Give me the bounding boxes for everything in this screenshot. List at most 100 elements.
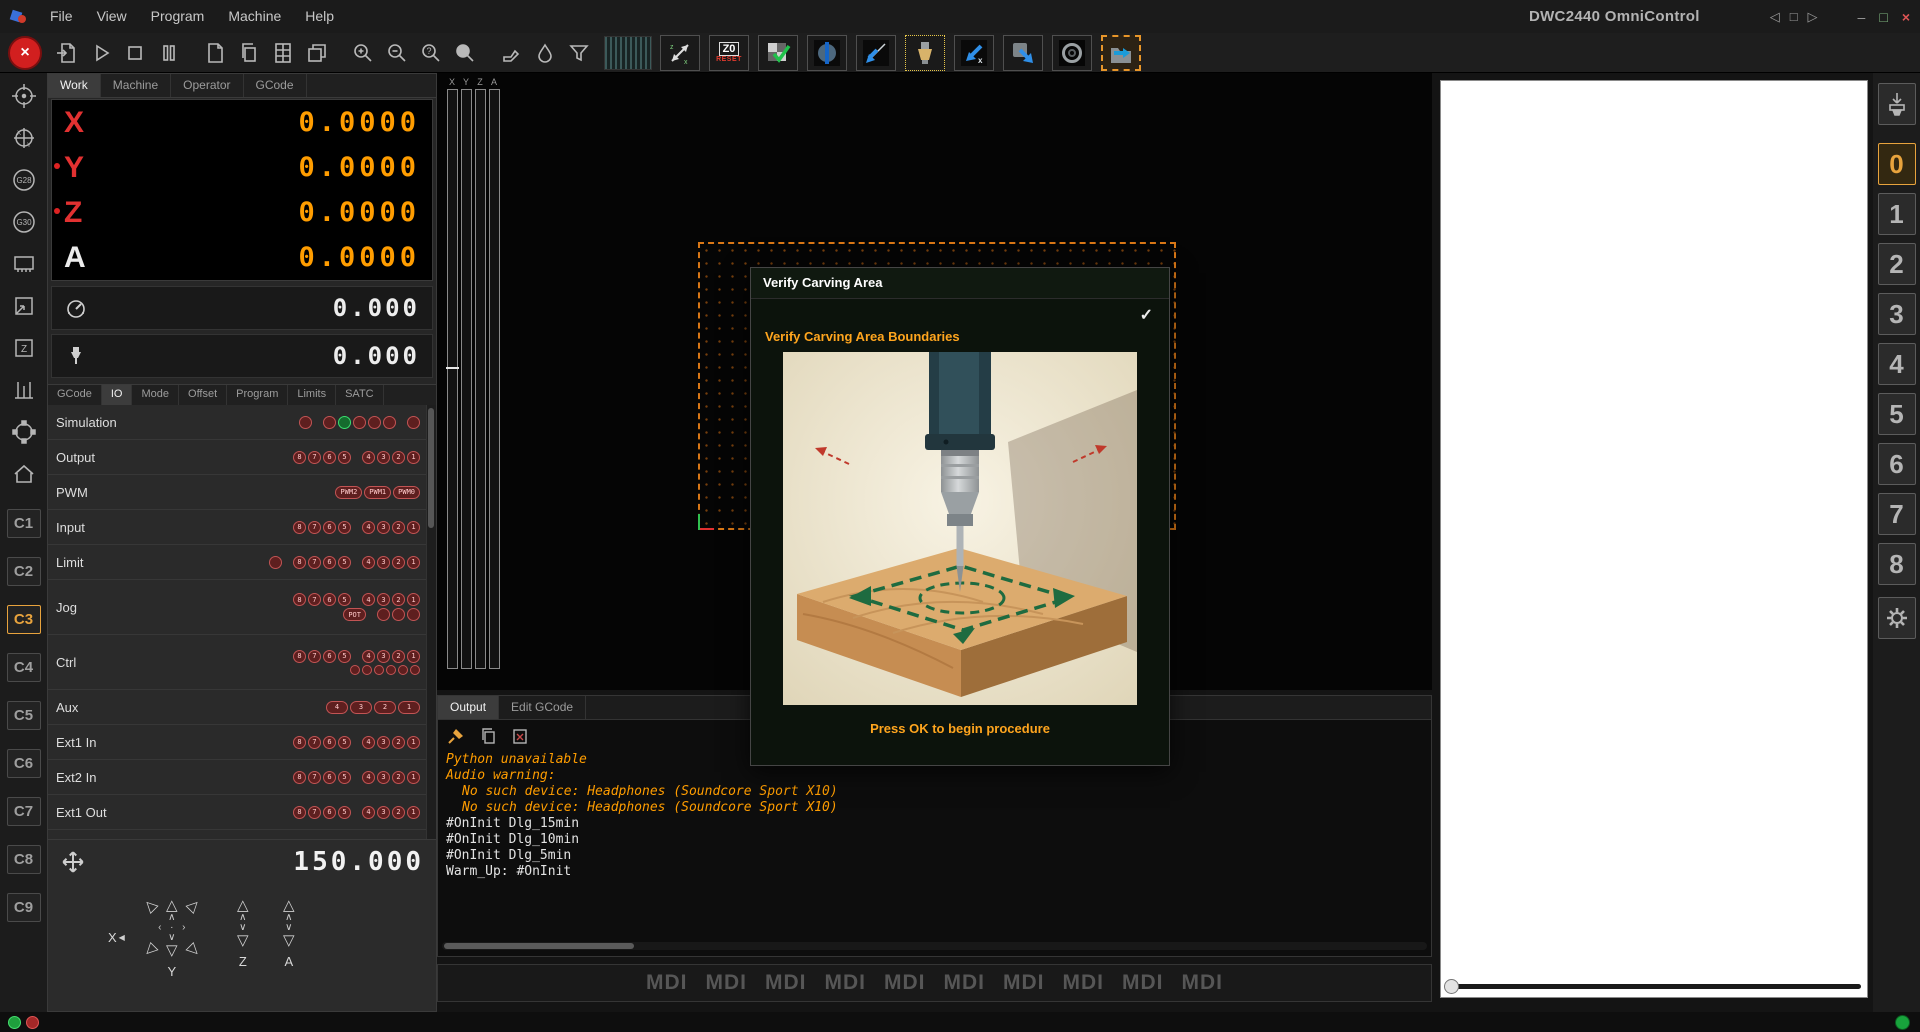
slot-button-6[interactable]: 6: [1878, 443, 1916, 485]
menu-machine[interactable]: Machine: [216, 0, 293, 33]
quick-button-c1[interactable]: C1: [7, 509, 41, 538]
io-tab-limits[interactable]: Limits: [288, 385, 336, 406]
goto-zero-button[interactable]: [6, 79, 42, 113]
new-file-button[interactable]: [198, 36, 232, 70]
pin-icon[interactable]: [446, 726, 466, 746]
quick-button-c3[interactable]: C3: [7, 605, 41, 634]
collet-button[interactable]: [905, 35, 945, 71]
slot-button-7[interactable]: 7: [1878, 493, 1916, 535]
axis-bar[interactable]: [447, 89, 458, 669]
jog-left-small-button[interactable]: ‹: [152, 923, 168, 933]
xz-path-button[interactable]: zx: [660, 35, 700, 71]
quick-button-c4[interactable]: C4: [7, 653, 41, 682]
jog-sw-button[interactable]: △: [137, 937, 163, 963]
quick-button-c2[interactable]: C2: [7, 557, 41, 586]
coolant-button[interactable]: [528, 36, 562, 70]
tool-filter-button[interactable]: [562, 36, 596, 70]
quick-button-c5[interactable]: C5: [7, 701, 41, 730]
probe-x-button[interactable]: x: [954, 35, 994, 71]
minimize-button[interactable]: –: [1858, 9, 1866, 25]
jog-z-down-button[interactable]: ▽: [232, 933, 254, 948]
menu-view[interactable]: View: [85, 0, 139, 33]
jog-right-small-button[interactable]: ›: [176, 923, 192, 933]
g28-button[interactable]: G28: [6, 163, 42, 197]
axis-bar[interactable]: [489, 89, 500, 669]
z0-reset-button[interactable]: Z0RESET: [709, 35, 749, 71]
jog-x-arrow-icon[interactable]: ◀: [119, 933, 125, 942]
jog-ne-button[interactable]: △: [181, 892, 207, 918]
nav-list-icon[interactable]: □: [1790, 9, 1798, 25]
io-tab-gcode[interactable]: GCode: [48, 385, 102, 406]
tab-machine[interactable]: Machine: [101, 74, 171, 97]
axis-bar[interactable]: [475, 89, 486, 669]
estop-button[interactable]: ×: [8, 36, 42, 70]
home-button[interactable]: [6, 457, 42, 491]
mdi-bar[interactable]: MDIMDIMDIMDIMDIMDIMDIMDIMDIMDI: [437, 964, 1432, 1002]
load-job-button[interactable]: [1101, 35, 1141, 71]
block-move-button[interactable]: [1003, 35, 1043, 71]
stop-button[interactable]: [118, 36, 152, 70]
clear-log-icon[interactable]: [510, 726, 530, 746]
dialog-check-icon[interactable]: ✓: [1140, 305, 1153, 325]
slot-button-2[interactable]: 2: [1878, 243, 1916, 285]
probe-center-button[interactable]: [807, 35, 847, 71]
slot-button-1[interactable]: 1: [1878, 193, 1916, 235]
probe-diagonal-button[interactable]: [856, 35, 896, 71]
maximize-button[interactable]: □: [1879, 9, 1887, 25]
right-panel-scroll-knob[interactable]: [1444, 979, 1459, 994]
io-scrollbar[interactable]: [426, 405, 436, 839]
quick-button-c7[interactable]: C7: [7, 797, 41, 826]
nav-forward-icon[interactable]: ▷: [1808, 9, 1818, 25]
slot-button-8[interactable]: 8: [1878, 543, 1916, 585]
slot-button-3[interactable]: 3: [1878, 293, 1916, 335]
settings-button[interactable]: [1878, 597, 1916, 639]
run-button[interactable]: [84, 36, 118, 70]
jog-se-button[interactable]: △: [181, 937, 207, 963]
copy-file-button[interactable]: [232, 36, 266, 70]
io-tab-satc[interactable]: SATC: [336, 385, 384, 406]
copy-log-icon[interactable]: [478, 726, 498, 746]
menu-help[interactable]: Help: [293, 0, 346, 33]
slot-button-0[interactable]: 0: [1878, 143, 1916, 185]
dialog-title[interactable]: Verify Carving Area: [751, 268, 1169, 299]
tab-gcode[interactable]: GCode: [244, 74, 307, 97]
open-file-button[interactable]: [50, 36, 84, 70]
jog-up-button[interactable]: △: [161, 898, 183, 913]
output-hscrollbar[interactable]: [442, 942, 1427, 950]
slot-button-4[interactable]: 4: [1878, 343, 1916, 385]
zoom-query-button[interactable]: ?: [414, 36, 448, 70]
xy-zero-button[interactable]: XY: [6, 121, 42, 155]
g30-button[interactable]: G30: [6, 205, 42, 239]
zoom-out-button[interactable]: [380, 36, 414, 70]
output-tab-output[interactable]: Output: [438, 696, 499, 719]
axis-bar[interactable]: [461, 89, 472, 669]
jog-a-up-button[interactable]: △: [278, 898, 300, 913]
gcode-preview-panel[interactable]: [1440, 80, 1868, 998]
zoom-fit-button[interactable]: [448, 36, 482, 70]
touchoff-plate-button[interactable]: [6, 247, 42, 281]
z-touch-button[interactable]: Z: [6, 331, 42, 365]
tool-post-button[interactable]: [494, 36, 528, 70]
nav-back-icon[interactable]: ◁: [1770, 9, 1780, 25]
io-scrollbar-thumb[interactable]: [428, 408, 434, 528]
jog-a-down-button[interactable]: ▽: [278, 933, 300, 948]
output-hscrollbar-thumb[interactable]: [444, 943, 634, 949]
io-tab-program[interactable]: Program: [227, 385, 288, 406]
io-tab-offset[interactable]: Offset: [179, 385, 227, 406]
grid-file-button[interactable]: [266, 36, 300, 70]
output-tab-edit-gcode[interactable]: Edit GCode: [499, 696, 586, 719]
tool-load-button[interactable]: [1878, 83, 1916, 125]
jog-nw-button[interactable]: △: [137, 892, 163, 918]
pause-button[interactable]: [152, 36, 186, 70]
menu-file[interactable]: File: [38, 0, 85, 33]
tab-work[interactable]: Work: [48, 74, 101, 97]
zoom-in-button[interactable]: [346, 36, 380, 70]
quick-button-c8[interactable]: C8: [7, 845, 41, 874]
pages-stack-button[interactable]: [300, 36, 334, 70]
io-tab-io[interactable]: IO: [102, 385, 133, 406]
close-button[interactable]: ×: [1902, 9, 1910, 25]
verify-check-button[interactable]: [758, 35, 798, 71]
slot-button-5[interactable]: 5: [1878, 393, 1916, 435]
quick-button-c6[interactable]: C6: [7, 749, 41, 778]
io-tab-mode[interactable]: Mode: [132, 385, 179, 406]
